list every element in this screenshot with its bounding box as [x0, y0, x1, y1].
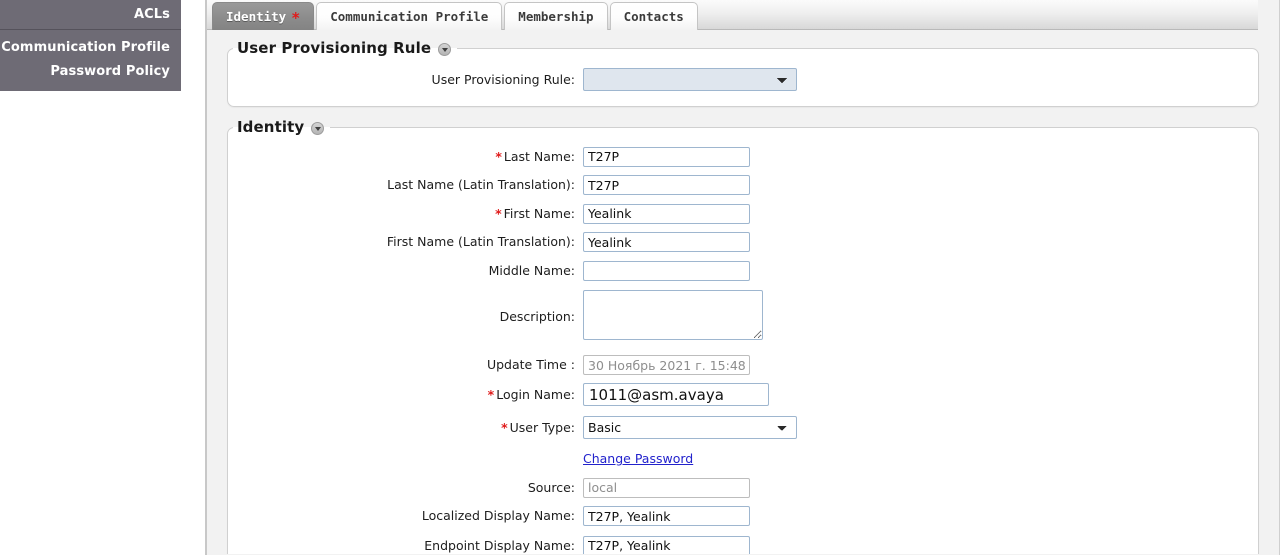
field-row-login-name: * Login Name:	[228, 383, 1258, 406]
field-row-last-name: * Last Name:	[228, 146, 1258, 167]
sidebar-item-communication-profile-password-policy[interactable]: Communication Profile Password Policy	[0, 30, 181, 91]
field-row-first-name: * First Name:	[228, 203, 1258, 224]
sidebar-gutter	[181, 0, 205, 555]
required-marker: *	[495, 148, 502, 164]
field-row-middle-name: Middle Name:	[228, 260, 1258, 281]
first-name-label: * First Name:	[495, 205, 575, 221]
chevron-down-icon[interactable]	[311, 121, 325, 135]
login-name-input[interactable]	[583, 383, 769, 406]
tab-contacts[interactable]: Contacts	[609, 2, 698, 30]
change-password-link[interactable]: Change Password	[583, 451, 693, 466]
first-name-latin-input[interactable]	[583, 232, 750, 252]
required-marker: *	[495, 205, 502, 221]
section-title: User Provisioning Rule	[237, 39, 432, 57]
field-row-endpoint-display-name: Endpoint Display Name:	[228, 535, 1258, 554]
last-name-label: * Last Name:	[495, 148, 575, 164]
section-identity: Identity *Last Name: Last Name	[227, 118, 1259, 554]
user-provisioning-rule-select[interactable]	[583, 68, 797, 91]
last-name-latin-input[interactable]	[583, 175, 750, 195]
endpoint-display-name-input[interactable]	[583, 535, 750, 554]
section-title: Identity	[237, 118, 305, 136]
sidebar-panel: ACLs Communication Profile Password Poli…	[0, 0, 181, 91]
field-row-update-time: Update Time :	[228, 355, 1258, 375]
section-user-provisioning-rule-legend: User Provisioning Rule	[233, 39, 457, 57]
section-identity-body: *Last Name: Last Name (Latin Translation…	[228, 136, 1258, 554]
field-row-first-name-latin: First Name (Latin Translation):	[228, 232, 1258, 252]
field-row-description: Description:	[228, 289, 1258, 344]
first-name-input[interactable]	[583, 203, 750, 224]
description-label: Description:	[499, 309, 575, 324]
tab-identity[interactable]: Identity *	[212, 2, 315, 30]
middle-name-label: Middle Name:	[488, 262, 575, 278]
tab-content-identity: User Provisioning Rule User Provisioning…	[207, 30, 1279, 554]
tab-membership[interactable]: Membership	[504, 2, 608, 30]
user-type-label: * User Type:	[501, 420, 575, 435]
tab-bar: Identity * Communication Profile Membersh…	[207, 0, 1258, 30]
main-panel: Identity * Communication Profile Membersh…	[207, 0, 1280, 555]
tab-communication-profile[interactable]: Communication Profile	[316, 2, 503, 30]
field-row-user-provisioning-rule: User Provisioning Rule:	[228, 68, 1258, 91]
tab-identity-label: Identity	[226, 9, 287, 24]
sidebar-item-label: ACLs	[133, 7, 170, 22]
required-marker: *	[501, 420, 508, 435]
user-type-select[interactable]: Basic	[583, 416, 797, 439]
sidebar-item-label: Communication Profile Password Policy	[1, 40, 170, 79]
update-time-label: Update Time :	[486, 357, 575, 373]
middle-name-input[interactable]	[583, 260, 750, 281]
update-time-input	[583, 355, 750, 375]
field-row-user-type: * User Type: Basic	[228, 416, 1258, 439]
tab-contacts-label: Contacts	[623, 9, 684, 24]
login-name-label: * Login Name:	[487, 387, 575, 402]
tab-identity-required-marker: *	[291, 9, 301, 27]
source-input	[583, 477, 750, 498]
localized-display-name-label: Localized Display Name:	[421, 508, 575, 524]
last-name-input[interactable]	[583, 146, 750, 167]
section-identity-legend: Identity	[233, 118, 330, 136]
sidebar-navigation: ACLs Communication Profile Password Poli…	[0, 0, 181, 555]
field-row-change-password: Change Password	[228, 448, 1258, 467]
localized-display-name-input[interactable]	[583, 506, 750, 526]
field-row-last-name-latin: Last Name (Latin Translation):	[228, 175, 1258, 195]
user-provisioning-rule-label: User Provisioning Rule:	[431, 72, 575, 87]
last-name-latin-label: Last Name (Latin Translation):	[387, 177, 575, 193]
source-label: Source:	[527, 479, 575, 495]
field-row-source: Source:	[228, 477, 1258, 498]
required-marker: *	[487, 387, 495, 402]
tab-communication-profile-label: Communication Profile	[330, 9, 489, 24]
chevron-down-icon[interactable]	[438, 42, 452, 56]
field-row-localized-display-name: Localized Display Name:	[228, 506, 1258, 526]
sidebar-item-acls[interactable]: ACLs	[0, 0, 181, 30]
description-textarea[interactable]	[583, 289, 763, 340]
endpoint-display-name-label: Endpoint Display Name:	[424, 537, 575, 553]
section-user-provisioning-rule-body: User Provisioning Rule:	[228, 57, 1258, 106]
section-user-provisioning-rule: User Provisioning Rule User Provisioning…	[227, 39, 1259, 107]
application-window: ACLs Communication Profile Password Poli…	[0, 0, 1280, 555]
tab-membership-label: Membership	[518, 9, 594, 24]
first-name-latin-label: First Name (Latin Translation):	[386, 234, 575, 250]
